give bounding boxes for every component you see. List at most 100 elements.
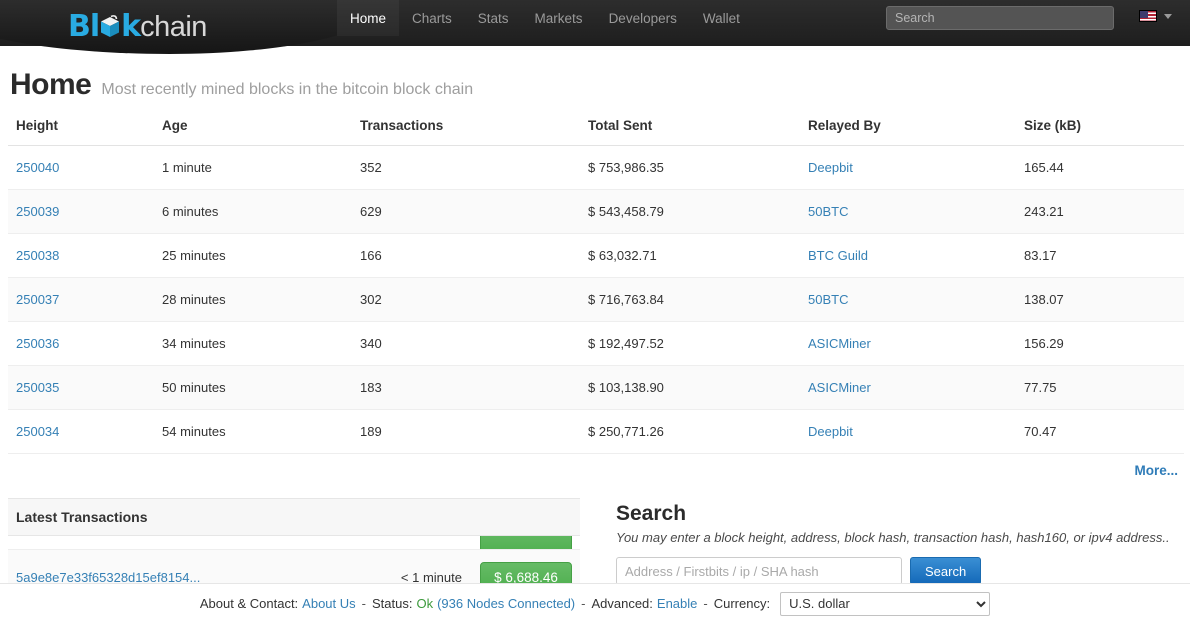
relayed-by-link[interactable]: 50BTC bbox=[808, 292, 848, 307]
footer-separator-3: - bbox=[703, 596, 707, 611]
nav-item-markets[interactable]: Markets bbox=[522, 0, 596, 36]
cell-total-sent: $ 250,771.26 bbox=[580, 410, 800, 454]
site-header: Bl k chain Home Charts Stats Markets Dev… bbox=[0, 0, 1190, 46]
column-header-size[interactable]: Size (kB) bbox=[1016, 112, 1184, 146]
cell-height: 250039 bbox=[8, 190, 154, 234]
search-panel-hint: You may enter a block height, address, b… bbox=[616, 530, 1190, 545]
search-button[interactable]: Search bbox=[910, 557, 981, 585]
main-navigation: Home Charts Stats Markets Developers Wal… bbox=[337, 0, 753, 46]
cell-transactions: 352 bbox=[352, 146, 580, 190]
cell-transactions: 183 bbox=[352, 366, 580, 410]
column-header-transactions[interactable]: Transactions bbox=[352, 112, 580, 146]
cell-total-sent: $ 716,763.84 bbox=[580, 278, 800, 322]
transaction-amount-badge[interactable] bbox=[480, 536, 572, 550]
list-item bbox=[8, 536, 580, 550]
cell-size: 77.75 bbox=[1016, 366, 1184, 410]
more-blocks-link[interactable]: More... bbox=[1134, 463, 1178, 478]
nav-item-home[interactable]: Home bbox=[337, 0, 399, 36]
logo-text-part2: k bbox=[121, 11, 140, 43]
column-header-age[interactable]: Age bbox=[154, 112, 352, 146]
site-logo[interactable]: Bl k chain bbox=[68, 1, 207, 43]
footer-nodes-connected: (936 Nodes Connected) bbox=[437, 596, 575, 611]
cell-relayed-by: ASICMiner bbox=[800, 322, 1016, 366]
footer-separator-2: - bbox=[581, 596, 585, 611]
table-row: 250040 1 minute 352 $ 753,986.35 Deepbit… bbox=[8, 146, 1184, 190]
search-input[interactable] bbox=[616, 557, 902, 585]
cell-size: 83.17 bbox=[1016, 234, 1184, 278]
cell-relayed-by: 50BTC bbox=[800, 278, 1016, 322]
logo-text-part1: Bl bbox=[68, 11, 99, 43]
cell-transactions: 166 bbox=[352, 234, 580, 278]
relayed-by-link[interactable]: BTC Guild bbox=[808, 248, 868, 263]
column-header-relayed-by[interactable]: Relayed By bbox=[800, 112, 1016, 146]
status-badge: Ok bbox=[416, 596, 433, 611]
language-picker[interactable] bbox=[1139, 10, 1172, 22]
cell-relayed-by: Deepbit bbox=[800, 410, 1016, 454]
page-header: Home Most recently mined blocks in the b… bbox=[0, 46, 1190, 112]
cell-age: 28 minutes bbox=[154, 278, 352, 322]
logo-text-part3: chain bbox=[140, 11, 207, 43]
table-row: 250039 6 minutes 629 $ 543,458.79 50BTC … bbox=[8, 190, 1184, 234]
blocks-table-body: 250040 1 minute 352 $ 753,986.35 Deepbit… bbox=[8, 146, 1184, 454]
header-search-input[interactable] bbox=[886, 6, 1114, 30]
cell-size: 243.21 bbox=[1016, 190, 1184, 234]
currency-select[interactable]: U.S. dollar bbox=[780, 592, 990, 616]
table-row: 250038 25 minutes 166 $ 63,032.71 BTC Gu… bbox=[8, 234, 1184, 278]
block-height-link[interactable]: 250034 bbox=[16, 424, 59, 439]
cube-icon bbox=[99, 15, 121, 41]
latest-transactions-title: Latest Transactions bbox=[8, 498, 580, 536]
cell-total-sent: $ 103,138.90 bbox=[580, 366, 800, 410]
cell-height: 250034 bbox=[8, 410, 154, 454]
cell-age: 1 minute bbox=[154, 146, 352, 190]
header-search-container bbox=[886, 6, 1114, 30]
cell-total-sent: $ 543,458.79 bbox=[580, 190, 800, 234]
cell-transactions: 302 bbox=[352, 278, 580, 322]
table-row: 250035 50 minutes 183 $ 103,138.90 ASICM… bbox=[8, 366, 1184, 410]
table-row: 250037 28 minutes 302 $ 716,763.84 50BTC… bbox=[8, 278, 1184, 322]
us-flag-icon bbox=[1139, 10, 1157, 22]
footer-advanced-label: Advanced: bbox=[591, 596, 652, 611]
cell-total-sent: $ 192,497.52 bbox=[580, 322, 800, 366]
relayed-by-link[interactable]: 50BTC bbox=[808, 204, 848, 219]
relayed-by-link[interactable]: Deepbit bbox=[808, 160, 853, 175]
cell-transactions: 629 bbox=[352, 190, 580, 234]
page-subtitle: Most recently mined blocks in the bitcoi… bbox=[101, 81, 473, 99]
relayed-by-link[interactable]: Deepbit bbox=[808, 424, 853, 439]
cell-total-sent: $ 63,032.71 bbox=[580, 234, 800, 278]
search-panel-title: Search bbox=[616, 502, 1190, 526]
cell-size: 165.44 bbox=[1016, 146, 1184, 190]
footer-about-label: About & Contact: bbox=[200, 596, 298, 611]
cell-total-sent: $ 753,986.35 bbox=[580, 146, 800, 190]
cell-transactions: 340 bbox=[352, 322, 580, 366]
block-height-link[interactable]: 250040 bbox=[16, 160, 59, 175]
cell-height: 250040 bbox=[8, 146, 154, 190]
footer-advanced-enable-link[interactable]: Enable bbox=[657, 596, 697, 611]
nav-item-developers[interactable]: Developers bbox=[596, 0, 690, 36]
block-height-link[interactable]: 250035 bbox=[16, 380, 59, 395]
cell-size: 156.29 bbox=[1016, 322, 1184, 366]
block-height-link[interactable]: 250036 bbox=[16, 336, 59, 351]
cell-height: 250038 bbox=[8, 234, 154, 278]
relayed-by-link[interactable]: ASICMiner bbox=[808, 336, 871, 351]
table-header-row: Height Age Transactions Total Sent Relay… bbox=[8, 112, 1184, 146]
nav-item-stats[interactable]: Stats bbox=[465, 0, 522, 36]
footer-about-us-link[interactable]: About Us bbox=[302, 596, 355, 611]
nav-item-wallet[interactable]: Wallet bbox=[690, 0, 753, 36]
cell-age: 6 minutes bbox=[154, 190, 352, 234]
cell-size: 138.07 bbox=[1016, 278, 1184, 322]
table-row: 250034 54 minutes 189 $ 250,771.26 Deepb… bbox=[8, 410, 1184, 454]
column-header-height[interactable]: Height bbox=[8, 112, 154, 146]
cell-age: 25 minutes bbox=[154, 234, 352, 278]
block-height-link[interactable]: 250037 bbox=[16, 292, 59, 307]
cell-height: 250037 bbox=[8, 278, 154, 322]
cell-transactions: 189 bbox=[352, 410, 580, 454]
block-height-link[interactable]: 250038 bbox=[16, 248, 59, 263]
block-height-link[interactable]: 250039 bbox=[16, 204, 59, 219]
column-header-total-sent[interactable]: Total Sent bbox=[580, 112, 800, 146]
cell-relayed-by: 50BTC bbox=[800, 190, 1016, 234]
cell-age: 54 minutes bbox=[154, 410, 352, 454]
chevron-down-icon bbox=[1164, 14, 1172, 19]
more-row: More... bbox=[0, 454, 1190, 480]
relayed-by-link[interactable]: ASICMiner bbox=[808, 380, 871, 395]
nav-item-charts[interactable]: Charts bbox=[399, 0, 465, 36]
